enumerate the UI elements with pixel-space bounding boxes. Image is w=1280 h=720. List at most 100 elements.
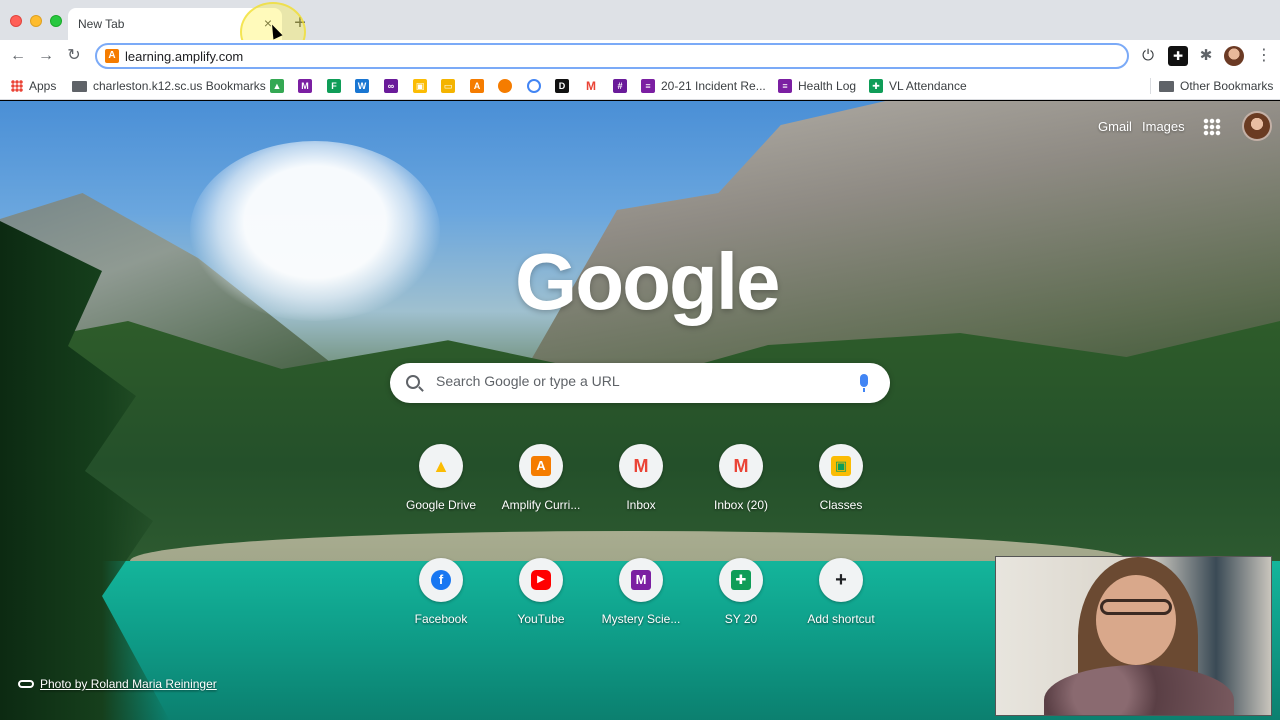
shortcut-icon-circle: ✚: [719, 558, 763, 602]
search-input[interactable]: [436, 373, 836, 389]
forward-button[interactable]: →: [35, 45, 57, 67]
sheets-icon: ✚: [731, 570, 751, 590]
images-link[interactable]: Images: [1142, 119, 1185, 134]
shortcut-mystery-science[interactable]: M Mystery Scie...: [591, 558, 691, 648]
link-icon: [18, 680, 34, 688]
chrome-menu-icon[interactable]: ⋮: [1254, 46, 1274, 66]
bookmark-vl-attendance[interactable]: ✚ VL Attendance: [869, 77, 967, 95]
ds-icon: D: [555, 79, 569, 93]
shortcut-icon-circle: ▲: [419, 444, 463, 488]
search-box[interactable]: [390, 363, 890, 403]
minimize-window-button[interactable]: [30, 15, 42, 27]
classroom-icon: ▣: [413, 79, 427, 93]
shortcut-label: Classes: [819, 498, 863, 512]
shortcut-icon-circle: M: [719, 444, 763, 488]
bookmark-health-log[interactable]: ≡ Health Log: [778, 77, 856, 95]
shortcut-icon-circle: ▶: [519, 558, 563, 602]
maximize-window-button[interactable]: [50, 15, 62, 27]
bookmark-attendance-label: VL Attendance: [889, 79, 967, 93]
bookmark-other-label: Other Bookmarks: [1180, 79, 1274, 93]
address-bar[interactable]: A learning.amplify.com: [95, 43, 1129, 69]
bookmark-drive[interactable]: ▲: [270, 77, 284, 95]
search-icon: [406, 375, 420, 389]
presenter-body: [1044, 665, 1234, 715]
toolbar: ← → ↻ A learning.amplify.com ⏻ ✚ ✱ ⋮: [0, 40, 1280, 72]
amplify-site-icon: A: [105, 49, 119, 63]
photo-credit-text: Photo by Roland Maria Reininger: [40, 677, 217, 691]
bookmark-other-folder[interactable]: Other Bookmarks: [1159, 77, 1273, 95]
shortcut-label: YouTube: [517, 612, 565, 626]
shortcut-inbox-20[interactable]: M Inbox (20): [691, 444, 791, 534]
account-avatar[interactable]: [1242, 111, 1272, 141]
shortcut-facebook[interactable]: f Facebook: [391, 558, 491, 648]
microphone-icon[interactable]: [860, 374, 868, 392]
bookmark-folder-charleston[interactable]: charleston.k12.sc.us Bookmarks: [72, 77, 266, 95]
bookmark-gmail[interactable]: M: [584, 77, 598, 95]
shortcut-inbox[interactable]: M Inbox: [591, 444, 691, 534]
shortcut-label: Facebook: [414, 612, 468, 626]
shortcut-classes[interactable]: ▣ Classes: [791, 444, 891, 534]
youtube-icon: ▶: [531, 570, 551, 590]
amplify-icon: A: [531, 456, 551, 476]
bookmark-infinity[interactable]: ∞: [384, 77, 398, 95]
bookmark-classroom[interactable]: ▣: [413, 77, 427, 95]
sheets-icon: ✚: [869, 79, 883, 93]
bookmark-incident-label: 20-21 Incident Re...: [661, 79, 766, 93]
background-cloud: [190, 141, 440, 321]
tab-title: New Tab: [78, 17, 125, 31]
bookmarks-divider: [1150, 78, 1151, 94]
tab-new-tab[interactable]: New Tab ×: [68, 8, 282, 40]
apps-grid-icon: [11, 80, 23, 92]
reload-button[interactable]: ↻: [63, 45, 85, 67]
classroom-icon: ▣: [831, 456, 851, 476]
shortcut-icon-circle: +: [819, 558, 863, 602]
shortcut-label: Amplify Curri...: [501, 498, 581, 512]
bookmark-ds[interactable]: D: [555, 77, 569, 95]
profile-avatar[interactable]: [1224, 46, 1244, 66]
google-drive-icon: ▲: [270, 79, 284, 93]
bookmark-word[interactable]: W: [355, 77, 369, 95]
shortcut-label: SY 20: [724, 612, 758, 626]
presenter-glasses: [1100, 599, 1172, 615]
shortcut-amplify[interactable]: A Amplify Curri...: [491, 444, 591, 534]
bookmark-incident[interactable]: ≡ 20-21 Incident Re...: [641, 77, 766, 95]
mystery-science-icon: M: [631, 570, 651, 590]
close-window-button[interactable]: [10, 15, 22, 27]
google-apps-icon[interactable]: [1203, 118, 1221, 136]
power-extension-icon[interactable]: ⏻: [1138, 46, 1158, 66]
extensions-puzzle-icon[interactable]: ✱: [1196, 46, 1216, 66]
bookmark-apps[interactable]: Apps: [11, 77, 56, 95]
google-logo: Google: [515, 237, 781, 326]
photo-credit-link[interactable]: Photo by Roland Maria Reininger: [18, 677, 217, 691]
folder-icon: [1159, 80, 1174, 92]
plus-icon: +: [835, 569, 847, 591]
bookmark-orange[interactable]: [498, 77, 512, 95]
word-icon: W: [355, 79, 369, 93]
shortcut-sy-20[interactable]: ✚ SY 20: [691, 558, 791, 648]
url-text[interactable]: learning.amplify.com: [125, 49, 243, 64]
forms-icon: ≡: [778, 79, 792, 93]
back-button[interactable]: ←: [7, 45, 29, 67]
bookmark-target[interactable]: [527, 77, 541, 95]
shortcut-icon-circle: f: [419, 558, 463, 602]
add-shortcut-button[interactable]: + Add shortcut: [791, 558, 891, 648]
bookmark-health-label: Health Log: [798, 79, 857, 93]
gmail-link[interactable]: Gmail: [1098, 119, 1132, 134]
bookmark-slides[interactable]: ▭: [441, 77, 455, 95]
infinity-icon: ∞: [384, 79, 398, 93]
amplify-icon: A: [470, 79, 484, 93]
bookmark-amplify[interactable]: A: [470, 77, 484, 95]
gmail-icon: M: [733, 456, 749, 476]
gmail-icon: M: [584, 79, 598, 93]
shortcut-label: Google Drive: [405, 498, 477, 512]
gmail-icon: M: [633, 456, 649, 476]
bookmark-mystery[interactable]: M: [298, 77, 312, 95]
shortcut-google-drive[interactable]: ▲ Google Drive: [391, 444, 491, 534]
shortcut-icon-circle: M: [619, 444, 663, 488]
shortcut-youtube[interactable]: ▶ YouTube: [491, 558, 591, 648]
black-extension-icon[interactable]: ✚: [1168, 46, 1188, 66]
bookmark-folder-label: charleston.k12.sc.us Bookmarks: [93, 79, 266, 93]
new-tab-button[interactable]: +: [290, 13, 310, 33]
bookmark-slack[interactable]: #: [613, 77, 627, 95]
bookmark-flipgrid[interactable]: F: [327, 77, 341, 95]
